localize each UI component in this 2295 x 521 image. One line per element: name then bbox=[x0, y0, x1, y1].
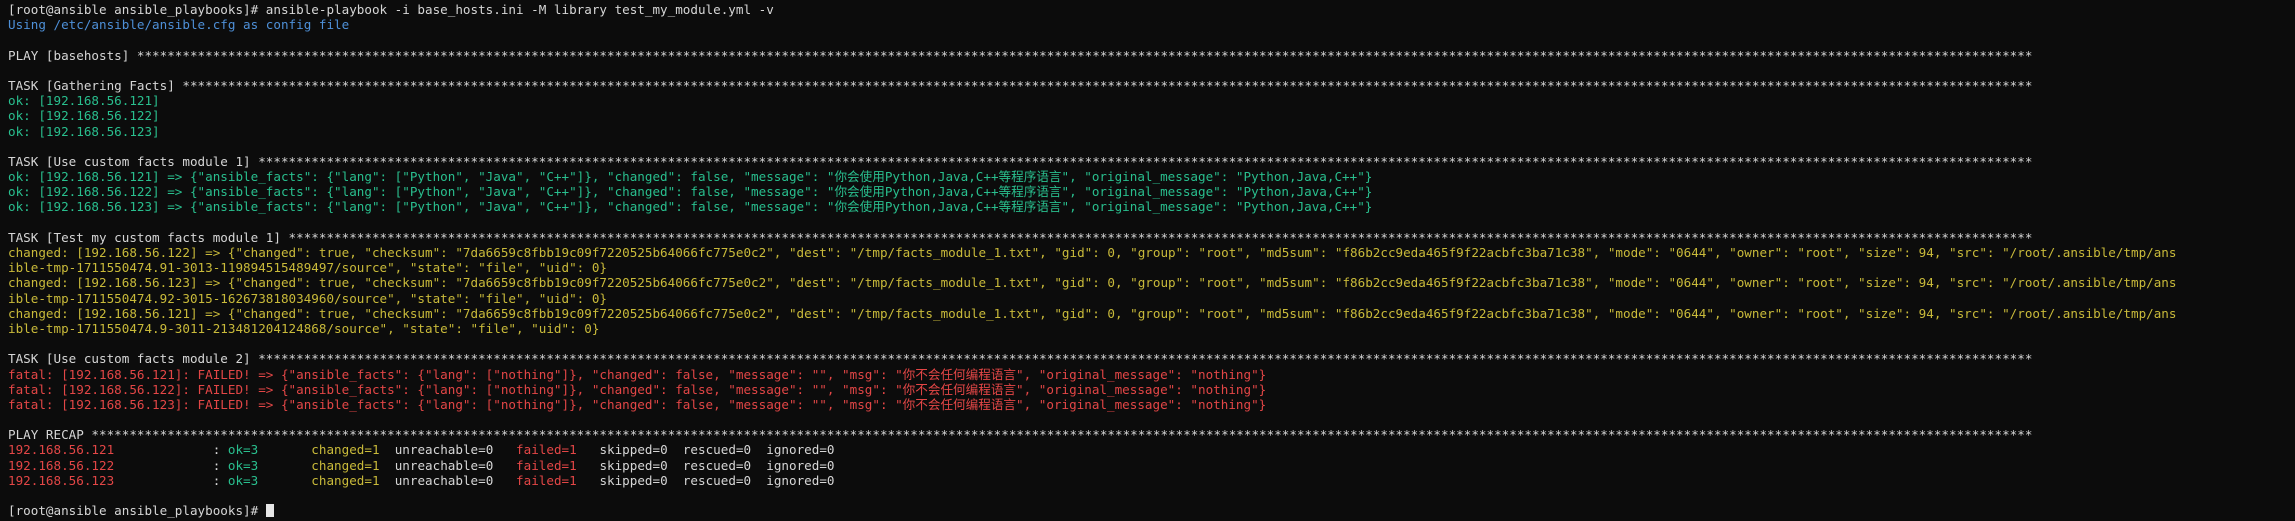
recap-row: 192.168.56.123 : ok=3 changed=1 unreacha… bbox=[8, 473, 2295, 488]
output-line: fatal: [192.168.56.121]: FAILED! => {"an… bbox=[8, 366, 1267, 382]
recap-skipped: skipped=0 bbox=[599, 442, 683, 458]
output-line: fatal: [192.168.56.122]: FAILED! => {"an… bbox=[8, 381, 1267, 397]
recap-failed: failed=1 bbox=[516, 442, 600, 458]
output-line: ible-tmp-1711550474.91-3013-119894515489… bbox=[8, 260, 607, 276]
recap-skipped: skipped=0 bbox=[599, 472, 683, 488]
output-line: PLAY [basehosts] ***********************… bbox=[8, 47, 2033, 63]
recap-host: 192.168.56.123 bbox=[8, 472, 213, 488]
recap-changed: changed=1 bbox=[311, 442, 395, 458]
recap-separator: : bbox=[212, 442, 228, 458]
recap-unreachable: unreachable=0 bbox=[394, 442, 517, 458]
recap-separator: : bbox=[212, 472, 228, 488]
recap-host: 192.168.56.121 bbox=[8, 442, 213, 458]
recap-failed: failed=1 bbox=[516, 472, 600, 488]
shell-prompt-line[interactable]: [root@ansible ansible_playbooks]# bbox=[8, 503, 2295, 518]
output-line: ok: [192.168.56.121] bbox=[8, 93, 160, 109]
recap-ignored: ignored=0 bbox=[766, 457, 835, 473]
output-line: TASK [Use custom facts module 1] *******… bbox=[8, 153, 2033, 169]
play-recap: 192.168.56.121 : ok=3 changed=1 unreacha… bbox=[8, 442, 2295, 488]
output-line: ok: [192.168.56.123] => {"ansible_facts"… bbox=[8, 199, 1373, 215]
recap-host: 192.168.56.122 bbox=[8, 457, 213, 473]
recap-ignored: ignored=0 bbox=[766, 442, 835, 458]
recap-ok: ok=3 bbox=[227, 442, 312, 458]
recap-unreachable: unreachable=0 bbox=[394, 457, 517, 473]
output-line: fatal: [192.168.56.123]: FAILED! => {"an… bbox=[8, 396, 1267, 412]
terminal-output: [root@ansible ansible_playbooks]# ansibl… bbox=[8, 2, 2295, 442]
output-line: TASK [Use custom facts module 2] *******… bbox=[8, 351, 2033, 367]
shell-prompt: [root@ansible ansible_playbooks]# bbox=[8, 503, 266, 519]
output-line: [root@ansible ansible_playbooks]# ansibl… bbox=[8, 2, 774, 17]
recap-row: 192.168.56.122 : ok=3 changed=1 unreacha… bbox=[8, 458, 2295, 473]
output-line: Using /etc/ansible/ansible.cfg as config… bbox=[8, 17, 350, 33]
terminal-window[interactable]: [root@ansible ansible_playbooks]# ansibl… bbox=[0, 0, 2295, 521]
output-line: changed: [192.168.56.123] => {"changed":… bbox=[8, 275, 2177, 291]
output-line: PLAY RECAP *****************************… bbox=[8, 427, 2033, 443]
recap-unreachable: unreachable=0 bbox=[394, 472, 517, 488]
output-line: changed: [192.168.56.122] => {"changed":… bbox=[8, 245, 2177, 260]
output-line: ok: [192.168.56.122] => {"ansible_facts"… bbox=[8, 184, 1373, 200]
recap-failed: failed=1 bbox=[516, 457, 600, 473]
output-line: ible-tmp-1711550474.9-3011-2134812041248… bbox=[8, 320, 600, 336]
recap-ok: ok=3 bbox=[227, 457, 312, 473]
recap-rescued: rescued=0 bbox=[682, 457, 767, 473]
output-line: ok: [192.168.56.122] bbox=[8, 108, 160, 124]
recap-skipped: skipped=0 bbox=[599, 457, 683, 473]
recap-separator: : bbox=[212, 457, 228, 473]
recap-changed: changed=1 bbox=[311, 472, 395, 488]
output-line: ible-tmp-1711550474.92-3015-162673818034… bbox=[8, 290, 607, 306]
output-line: ok: [192.168.56.123] bbox=[8, 123, 160, 139]
output-line: TASK [Gathering Facts] *****************… bbox=[8, 77, 2033, 93]
output-line: TASK [Test my custom facts module 1] ***… bbox=[8, 229, 2033, 245]
recap-changed: changed=1 bbox=[311, 457, 395, 473]
recap-ok: ok=3 bbox=[227, 472, 312, 488]
output-line: ok: [192.168.56.121] => {"ansible_facts"… bbox=[8, 169, 1373, 185]
text-cursor bbox=[265, 504, 274, 518]
recap-ignored: ignored=0 bbox=[766, 472, 835, 488]
output-line: changed: [192.168.56.121] => {"changed":… bbox=[8, 305, 2177, 321]
recap-rescued: rescued=0 bbox=[682, 442, 767, 458]
recap-row: 192.168.56.121 : ok=3 changed=1 unreacha… bbox=[8, 442, 2295, 457]
recap-rescued: rescued=0 bbox=[682, 472, 767, 488]
